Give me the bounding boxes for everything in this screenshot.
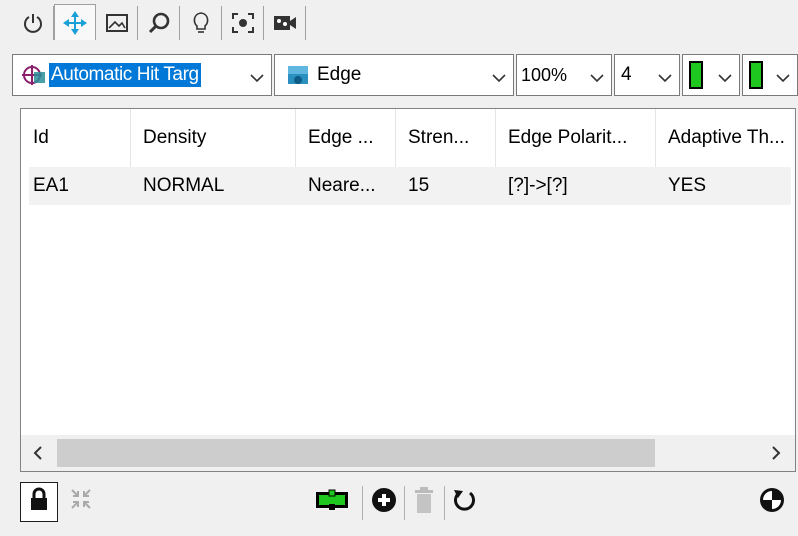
chevron-left-icon (31, 445, 45, 466)
tab-light[interactable] (180, 6, 222, 40)
hit-target-icon (21, 64, 47, 86)
reset-button[interactable] (446, 484, 482, 522)
tool-type-combo[interactable]: Edge (274, 54, 514, 96)
chevron-down-icon (491, 68, 507, 90)
column-header-id[interactable]: Id (21, 109, 131, 167)
trash-icon (414, 486, 434, 520)
count-value: 4 (621, 64, 632, 85)
lock-icon (29, 487, 49, 517)
camera-video-icon (272, 12, 298, 34)
column-header-edge-polarity[interactable]: Edge Polarit... (496, 109, 656, 167)
tab-move[interactable] (54, 4, 96, 40)
scrollbar-thumb[interactable] (57, 439, 655, 467)
image-icon (105, 12, 129, 34)
tools-grid: Id Density Edge ... Stren... Edge Polari… (20, 108, 796, 472)
focus-target-icon (231, 12, 255, 34)
power-icon (22, 12, 44, 34)
cell-edge: Neare... (308, 175, 376, 196)
delete-button[interactable] (406, 484, 442, 522)
column-header-density[interactable]: Density (131, 109, 296, 167)
tab-zoom[interactable] (138, 6, 180, 40)
green-tool-icon (315, 488, 349, 518)
move-arrows-icon (62, 10, 88, 36)
column-header-strength[interactable]: Stren... (396, 109, 496, 167)
chevron-down-icon (589, 68, 605, 90)
tool-type-value: Edge (317, 64, 362, 85)
hit-target-combo[interactable]: Automatic Hit Targ (12, 54, 272, 96)
lock-button[interactable] (20, 482, 58, 522)
fit-button[interactable] (62, 482, 100, 522)
tab-power[interactable] (12, 6, 54, 40)
chevron-down-icon (657, 68, 673, 90)
scroll-right-button[interactable] (769, 445, 783, 467)
cell-edge-polarity: [?]->[?] (508, 175, 568, 196)
tool-tab-strip (12, 4, 306, 40)
cell-id: EA1 (33, 175, 69, 196)
tab-image[interactable] (96, 6, 138, 40)
color-combo-1[interactable] (682, 54, 740, 96)
separator (404, 486, 405, 520)
tool-button[interactable] (310, 484, 354, 522)
bottom-toolbar (0, 478, 798, 536)
chevron-down-icon (775, 68, 791, 90)
separator (362, 486, 363, 520)
column-header-edge[interactable]: Edge ... (296, 109, 396, 167)
add-icon (371, 487, 397, 519)
color-combo-2[interactable] (742, 54, 798, 96)
zoom-combo[interactable]: 100% (516, 54, 612, 96)
zoom-value: 100% (521, 64, 568, 85)
tab-camera[interactable] (264, 6, 306, 40)
chevron-right-icon (769, 445, 783, 466)
horizontal-scrollbar[interactable] (21, 435, 795, 471)
table-row[interactable]: EA1 NORMAL Neare... 15 [?]->[?] YES (21, 167, 795, 205)
edge-tool-icon (287, 64, 309, 86)
grid-header: Id Density Edge ... Stren... Edge Polari… (21, 109, 795, 167)
green-bar-icon (749, 61, 763, 89)
hit-target-value: Automatic Hit Targ (49, 63, 201, 87)
scroll-left-button[interactable] (31, 445, 45, 467)
green-bar-icon (689, 61, 703, 89)
tab-focus[interactable] (222, 6, 264, 40)
zoom-search-icon (147, 11, 171, 35)
chevron-down-icon (717, 68, 733, 90)
count-combo[interactable]: 4 (614, 54, 680, 96)
circle-quadrant-icon (758, 486, 786, 520)
rotate-icon (451, 487, 477, 519)
cell-strength: 15 (408, 175, 430, 196)
collapse-arrows-icon (69, 487, 93, 517)
separator (444, 486, 445, 520)
column-header-adaptive[interactable]: Adaptive Th... (656, 109, 797, 167)
add-button[interactable] (366, 484, 402, 522)
cell-adaptive: YES (668, 175, 707, 196)
options-button[interactable] (754, 484, 790, 522)
cell-density: NORMAL (143, 175, 225, 196)
lightbulb-icon (191, 11, 211, 35)
chevron-down-icon (249, 68, 265, 90)
